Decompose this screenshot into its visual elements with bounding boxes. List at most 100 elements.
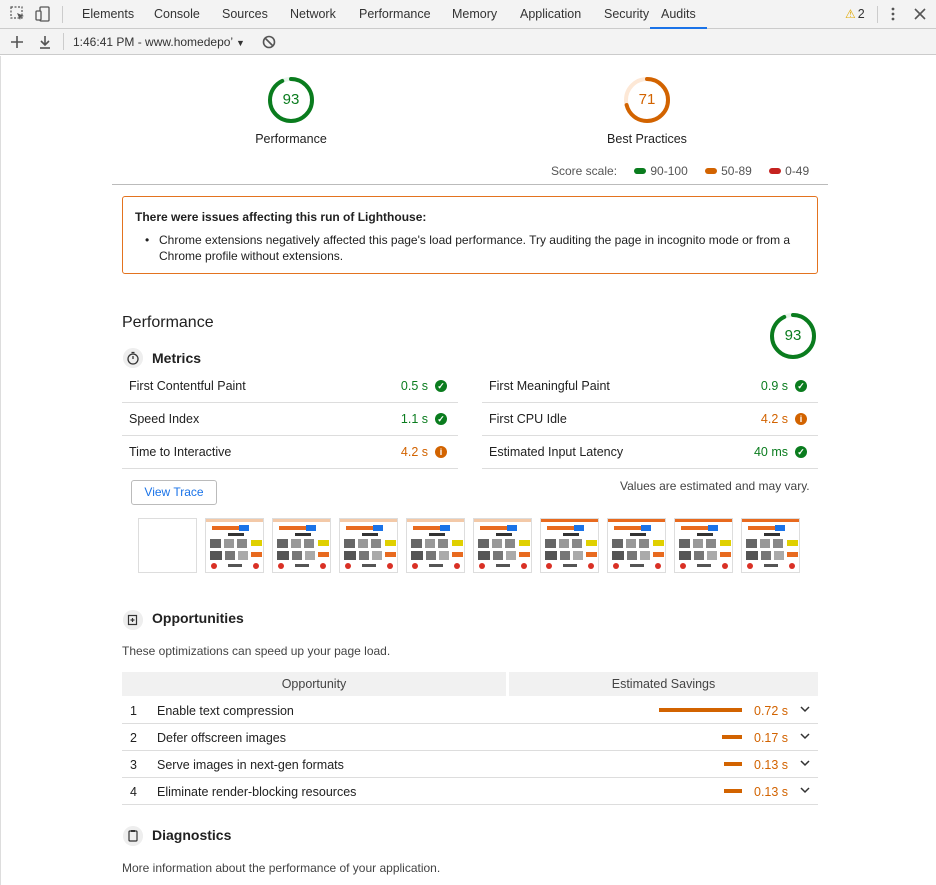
opportunities-description: These optimizations can speed up your pa… [122,644,391,658]
metric-name: Estimated Input Latency [489,445,624,459]
metric-estimated-input-latency: Estimated Input Latency 40 ms ✓ [482,436,818,469]
filmstrip-frame [674,518,733,573]
divider [877,6,878,23]
metric-time-to-interactive: Time to Interactive 4.2 s i [122,436,458,469]
warning-bullet: Chrome extensions negatively affected th… [159,233,791,263]
savings-bar [722,735,742,739]
filmstrip-frame [205,518,264,573]
scale-pass: 90-100 [650,164,688,178]
filmstrip-frame [272,518,331,573]
opportunity-index: 3 [130,758,137,772]
metric-value: 1.1 s [400,412,428,426]
audits-toolbar: 1:46:41 PM - www.homedepo’ ▼ [0,29,936,55]
opportunity-index: 2 [130,731,137,745]
lighthouse-warning-box: There were issues affecting this run of … [122,196,818,274]
tab-audits[interactable]: Audits [650,0,707,29]
chevron-down-icon[interactable] [799,756,811,770]
tab-network[interactable]: Network [290,0,336,29]
best-practices-gauge-label: Best Practices [607,132,687,146]
filmstrip-frame [138,518,197,573]
col-estimated-savings: Estimated Savings [509,672,818,696]
opportunity-row[interactable]: 1 Enable text compression 0.72 s [122,697,818,724]
filmstrip-frame [540,518,599,573]
more-options-icon[interactable] [884,5,902,23]
savings-value: 0.17 s [754,731,789,745]
section-title-performance: Performance [122,314,214,331]
savings-bar [724,762,742,766]
pass-swatch [634,168,647,175]
best-practices-gauge-score: 71 [638,91,656,108]
filmstrip-frame [741,518,800,573]
download-icon[interactable] [36,33,54,51]
performance-gauge-score: 93 [282,91,300,108]
warnings-indicator[interactable]: ⚠ 2 [845,7,865,21]
opportunities-table-header: Opportunity Estimated Savings [122,672,818,696]
check-icon: ✓ [435,413,447,425]
info-icon: i [435,446,447,458]
filmstrip-frame [607,518,666,573]
opportunity-label: Defer offscreen images [157,731,286,745]
clear-block-icon[interactable] [260,33,278,51]
tab-sources[interactable]: Sources [222,0,268,29]
close-icon[interactable] [911,5,929,23]
metric-value: 4.2 s [400,445,428,459]
savings-bar [659,708,742,712]
savings-value: 0.72 s [754,704,789,718]
opportunity-row[interactable]: 4 Eliminate render-blocking resources 0.13… [122,778,818,805]
device-toolbar-icon[interactable] [34,5,52,23]
opportunity-index: 1 [130,704,137,718]
metric-value: 0.9 s [760,379,788,393]
tab-performance[interactable]: Performance [359,0,431,29]
metric-first-meaningful-paint: First Meaningful Paint 0.9 s ✓ [482,370,818,403]
tab-console[interactable]: Console [154,0,200,29]
chevron-down-icon[interactable] [799,729,811,743]
inspect-element-icon[interactable] [9,5,27,23]
devtools-tabbar: Elements Console Sources Network Perform… [0,0,936,29]
metric-name: First Contentful Paint [129,379,246,393]
stopwatch-icon [123,348,143,368]
metrics-title: Metrics [152,350,202,366]
savings-bar [724,789,742,793]
savings-value: 0.13 s [754,758,789,772]
values-note: Values are estimated and may vary. [620,479,810,493]
opportunity-row[interactable]: 2 Defer offscreen images 0.17 s [122,724,818,751]
metric-name: Speed Index [129,412,200,426]
tab-elements[interactable]: Elements [82,0,134,29]
score-scale-label: Score scale: [551,164,618,178]
savings-value: 0.13 s [754,785,789,799]
view-trace-button[interactable]: View Trace [131,480,217,505]
average-swatch [705,168,718,175]
opportunity-label: Serve images in next-gen formats [157,758,344,772]
opportunities-icon [123,610,143,630]
chevron-down-icon[interactable] [799,702,811,716]
performance-section-score: 93 [784,327,802,344]
opportunity-row[interactable]: 3 Serve images in next-gen formats 0.13 s [122,751,818,778]
plus-icon[interactable] [8,33,26,51]
divider [62,6,63,23]
tab-security[interactable]: Security [604,0,649,29]
scale-fail: 0-49 [785,164,810,178]
warning-icon: ⚠ [845,7,856,21]
chevron-down-icon[interactable] [799,783,811,797]
check-icon: ✓ [795,446,807,458]
info-icon: i [795,413,807,425]
metric-first-contentful-paint: First Contentful Paint 0.5 s ✓ [122,370,458,403]
tab-memory[interactable]: Memory [452,0,497,29]
report-selector[interactable]: 1:46:41 PM - www.homedepo’ ▼ [73,35,245,49]
clipboard-icon [123,826,143,846]
diagnostics-title: Diagnostics [152,827,232,843]
diagnostics-description: More information about the performance o… [122,861,441,875]
check-icon: ✓ [795,380,807,392]
lighthouse-report: 93 Performance 71 Best Practices Score s… [0,56,936,885]
metric-speed-index: Speed Index 1.1 s ✓ [122,403,458,436]
metric-value: 40 ms [753,445,788,459]
warnings-count: 2 [857,7,865,21]
scale-average: 50-89 [721,164,752,178]
metric-value: 4.2 s [760,412,788,426]
metric-first-cpu-idle: First CPU Idle 4.2 s i [482,403,818,436]
tab-application[interactable]: Application [520,0,581,29]
divider [63,33,64,50]
report-selector-label: 1:46:41 PM - www.homedepo’ [73,35,233,49]
filmstrip-frame [339,518,398,573]
performance-gauge-label: Performance [255,132,327,146]
